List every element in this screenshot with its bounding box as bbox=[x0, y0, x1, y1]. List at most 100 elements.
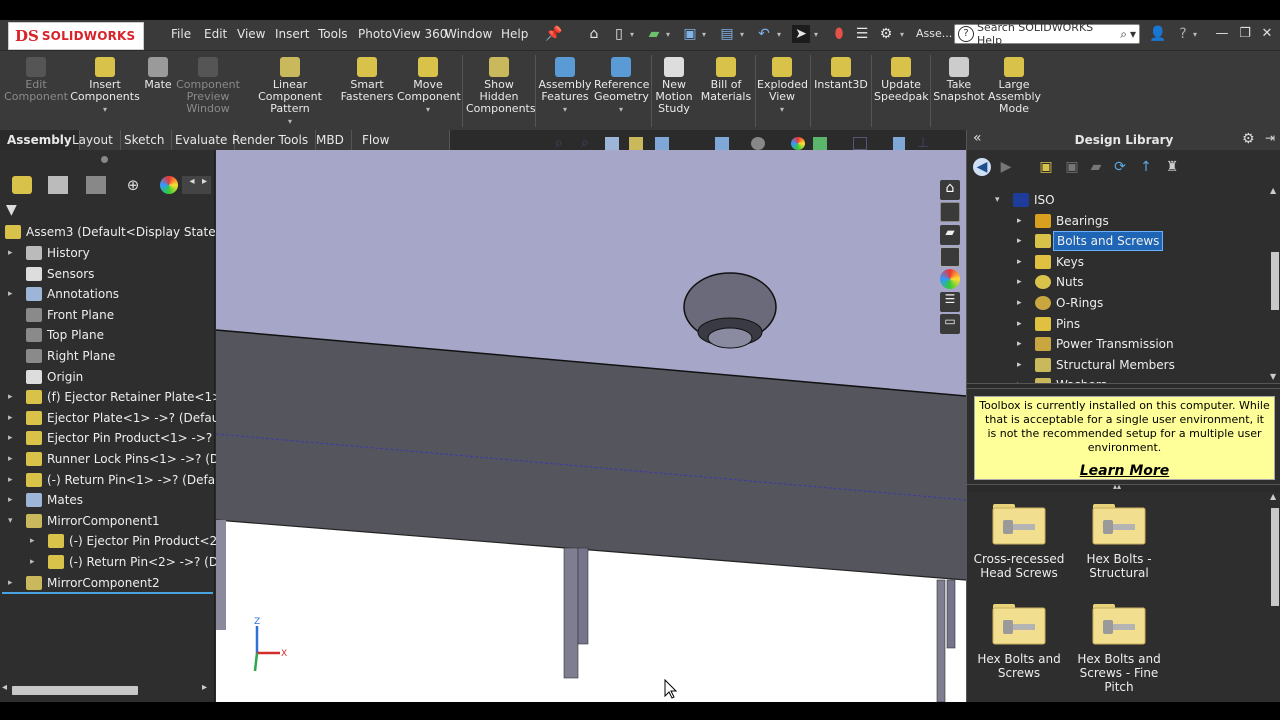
dynamic-annotation-icon[interactable] bbox=[655, 137, 669, 150]
bill-of-materials-button[interactable]: Bill of Materials bbox=[700, 57, 752, 103]
edit-component-button[interactable]: Edit Component bbox=[4, 57, 68, 103]
expand-arrow-icon[interactable]: ▸ bbox=[8, 573, 18, 593]
take-snapshot-button[interactable]: Take Snapshot bbox=[932, 57, 986, 103]
display-pane-icon[interactable] bbox=[893, 137, 905, 150]
menu-file[interactable]: File bbox=[171, 27, 191, 41]
expand-arrow-icon[interactable]: ▸ bbox=[1017, 272, 1022, 292]
print-icon[interactable]: ▤ bbox=[718, 25, 736, 43]
scroll-thumb[interactable] bbox=[1271, 252, 1279, 310]
user-icon[interactable]: 👤 bbox=[1149, 25, 1167, 43]
move-component-caret-icon[interactable]: ▾ bbox=[397, 104, 459, 116]
pin-pane-icon[interactable]: ⇥ bbox=[1265, 131, 1275, 145]
add-to-library-icon[interactable]: ▣ bbox=[1037, 158, 1055, 176]
select-icon[interactable]: ➤ bbox=[792, 25, 810, 43]
appearances-icon[interactable] bbox=[940, 269, 960, 289]
expand-arrow-icon[interactable]: ▸ bbox=[8, 243, 18, 263]
expand-arrow-icon[interactable]: ▸ bbox=[1017, 334, 1022, 354]
pane-options-gear-icon[interactable]: ⚙ bbox=[1242, 131, 1255, 147]
reference-geometry-caret-icon[interactable]: ▾ bbox=[594, 104, 648, 116]
update-speedpak-button[interactable]: Update Speedpak bbox=[874, 57, 929, 103]
design-library-tab-icon[interactable] bbox=[940, 202, 960, 222]
scroll-thumb[interactable] bbox=[12, 686, 138, 695]
file-properties-icon[interactable]: ☰ bbox=[853, 25, 871, 43]
assembly-features-button[interactable]: Assembly Features ▾ bbox=[538, 57, 592, 116]
search-caret-icon[interactable]: ▾ bbox=[1130, 27, 1136, 41]
splitter-grip-icon[interactable]: ▴▴ bbox=[1113, 482, 1121, 491]
library-tree-scrollbar[interactable]: ▲ ▼ bbox=[1269, 186, 1280, 384]
instant3d-button[interactable]: Instant3D bbox=[813, 57, 869, 91]
search-input[interactable]: Search SOLIDWORKS Help bbox=[977, 21, 1120, 47]
section-view-icon[interactable] bbox=[629, 137, 643, 150]
expand-arrow-icon[interactable]: ▸ bbox=[8, 284, 18, 304]
add-file-location-icon[interactable]: ▣ bbox=[1063, 158, 1081, 176]
library-items-scrollbar[interactable]: ▲ bbox=[1269, 492, 1280, 702]
panel-grip-icon[interactable] bbox=[101, 156, 108, 163]
new-motion-study-button[interactable]: New Motion Study bbox=[654, 57, 694, 115]
configuration-tab-icon[interactable] bbox=[86, 176, 106, 194]
options-caret-icon[interactable]: ▾ bbox=[900, 30, 908, 39]
learn-more-link[interactable]: Learn More bbox=[979, 464, 1270, 478]
search-icon[interactable]: ⌕ bbox=[1120, 27, 1127, 42]
tabs-right-arrow-icon[interactable]: ▸ bbox=[198, 176, 211, 194]
component-preview-button[interactable]: Component Preview Window bbox=[176, 57, 240, 115]
scroll-up-icon[interactable]: ▲ bbox=[1270, 186, 1276, 195]
tab-sketch[interactable]: Sketch bbox=[117, 130, 173, 150]
close-icon[interactable]: ✕ bbox=[1258, 26, 1276, 42]
apply-scene-icon[interactable] bbox=[813, 137, 827, 150]
folder-hex-bolts-screws[interactable]: Hex Bolts and Screws bbox=[969, 600, 1069, 680]
file-explorer-icon[interactable]: ▰ bbox=[940, 225, 960, 245]
forward-icon[interactable]: ▶ bbox=[997, 158, 1015, 176]
expand-arrow-icon[interactable]: ▸ bbox=[30, 552, 40, 572]
expand-arrow-icon[interactable]: ▸ bbox=[1017, 252, 1022, 272]
menu-help[interactable]: Help bbox=[501, 27, 528, 41]
scroll-down-icon[interactable]: ▼ bbox=[1270, 372, 1276, 381]
tab-flow-simulation[interactable]: Flow Simulation bbox=[355, 130, 450, 167]
scroll-right-icon[interactable]: ▸ bbox=[202, 682, 207, 693]
help-search-box[interactable]: ? Search SOLIDWORKS Help ⌕ ▾ bbox=[954, 21, 1140, 47]
save-icon[interactable]: ▣ bbox=[681, 25, 699, 43]
home-icon[interactable]: ⌂ bbox=[585, 25, 603, 43]
scroll-left-icon[interactable]: ◂ bbox=[2, 682, 7, 693]
expand-arrow-icon[interactable]: ▾ bbox=[995, 190, 1000, 210]
graphics-area[interactable]: Z X bbox=[216, 150, 966, 702]
view-orientation-icon[interactable] bbox=[715, 137, 729, 150]
options-gear-icon[interactable]: ⚙ bbox=[877, 25, 895, 43]
menu-tools[interactable]: Tools bbox=[318, 27, 348, 41]
custom-properties-icon[interactable]: ☰ bbox=[940, 292, 960, 312]
tab-layout[interactable]: Layout bbox=[65, 130, 121, 150]
pin-icon[interactable]: 📌 bbox=[545, 25, 563, 43]
create-folder-icon[interactable]: ▰ bbox=[1087, 158, 1105, 176]
view-palette-icon[interactable] bbox=[940, 247, 960, 267]
linear-pattern-caret-icon[interactable]: ▾ bbox=[243, 116, 337, 128]
display-style-icon[interactable] bbox=[751, 137, 765, 150]
new-document-icon[interactable]: ▯ bbox=[610, 25, 628, 43]
menu-edit[interactable]: Edit bbox=[204, 27, 227, 41]
folder-hex-bolts-structural[interactable]: Hex Bolts - Structural bbox=[1069, 500, 1169, 580]
print-caret-icon[interactable]: ▾ bbox=[740, 30, 748, 39]
open-icon[interactable]: ▰ bbox=[645, 25, 663, 43]
menu-photoview[interactable]: PhotoView 360 bbox=[358, 27, 447, 41]
rebuild-icon[interactable]: ⬮ bbox=[830, 25, 848, 43]
dimxpert-tab-icon[interactable]: ⊕ bbox=[123, 176, 143, 194]
large-assembly-mode-button[interactable]: Large Assembly Mode bbox=[988, 57, 1041, 115]
up-level-icon[interactable]: ↑ bbox=[1137, 158, 1155, 176]
scroll-thumb[interactable] bbox=[1271, 508, 1279, 606]
open-caret-icon[interactable]: ▾ bbox=[666, 30, 674, 39]
expand-arrow-icon[interactable]: ▸ bbox=[8, 470, 18, 490]
exploded-view-button[interactable]: Exploded View ▾ bbox=[757, 57, 808, 116]
mate-button[interactable]: Mate bbox=[142, 57, 174, 91]
view-settings-icon[interactable] bbox=[853, 137, 867, 150]
menu-insert[interactable]: Insert bbox=[275, 27, 309, 41]
assembly-features-caret-icon[interactable]: ▾ bbox=[538, 104, 592, 116]
resources-home-icon[interactable]: ⌂ bbox=[940, 180, 960, 200]
menu-window[interactable]: Window bbox=[445, 27, 492, 41]
previous-view-icon[interactable] bbox=[605, 137, 619, 150]
select-caret-icon[interactable]: ▾ bbox=[814, 30, 822, 39]
tab-mbd[interactable]: MBD bbox=[309, 130, 352, 150]
pane-splitter[interactable] bbox=[967, 383, 1280, 389]
linear-pattern-button[interactable]: Linear Component Pattern ▾ bbox=[243, 57, 337, 128]
filter-icon[interactable]: ▼ bbox=[6, 202, 17, 218]
pane-splitter[interactable]: ▴▴ bbox=[967, 482, 1280, 492]
expand-arrow-icon[interactable]: ▾ bbox=[8, 511, 18, 531]
show-hidden-button[interactable]: Show Hidden Components bbox=[466, 57, 536, 115]
